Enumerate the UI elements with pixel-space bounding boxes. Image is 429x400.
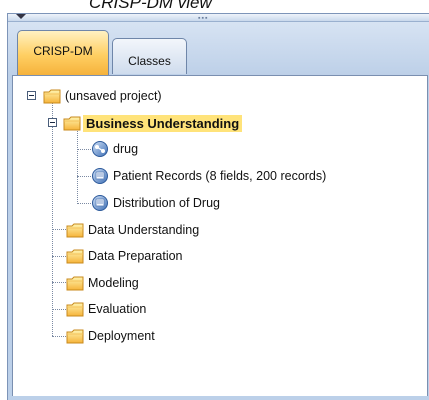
tab-classes[interactable]: Classes	[112, 38, 187, 74]
pane-bottom-border	[8, 396, 429, 400]
collapse-root-toggle[interactable]	[27, 91, 36, 100]
tree-node-label: Distribution of Drug	[113, 196, 220, 210]
folder-icon	[66, 302, 84, 317]
tree-connector	[77, 129, 78, 204]
tree-node-label: Evaluation	[88, 302, 147, 316]
collapse-business-understanding-toggle[interactable]	[48, 118, 57, 127]
collapse-arrow-icon[interactable]	[16, 14, 26, 19]
tree-phase-data-preparation[interactable]: Data Preparation	[66, 246, 183, 266]
tree-node-label: Modeling	[88, 276, 139, 290]
tree-connector	[52, 102, 53, 336]
output-icon	[91, 194, 109, 212]
tree-item-distribution-of-drug[interactable]: Distribution of Drug	[91, 193, 220, 213]
tree-node-label: Deployment	[88, 329, 155, 343]
tree-node-label: Business Understanding	[83, 114, 243, 132]
tree-connector	[52, 309, 66, 310]
tab-label: Classes	[128, 53, 171, 68]
tree-phase-deployment[interactable]: Deployment	[66, 326, 155, 346]
tree-phase-evaluation[interactable]: Evaluation	[66, 299, 146, 319]
folder-icon	[66, 223, 84, 238]
tab-crisp-dm[interactable]: CRISP-DM	[17, 30, 109, 75]
tree-connector	[77, 149, 91, 150]
tree-node-label: Data Preparation	[88, 249, 183, 263]
folder-icon	[43, 89, 61, 104]
tree-connector	[77, 176, 91, 177]
output-icon	[91, 167, 109, 185]
tree-phase-modeling[interactable]: Modeling	[66, 273, 139, 293]
tree-node-label: (unsaved project)	[65, 89, 162, 103]
tree-connector	[52, 229, 66, 230]
tree-connector	[52, 282, 66, 283]
tree-item-drug[interactable]: drug	[91, 139, 138, 159]
tree-connector	[52, 256, 66, 257]
tree-node-label: drug	[113, 142, 139, 156]
folder-icon	[66, 329, 84, 344]
folder-icon	[66, 249, 84, 264]
tab-label: CRISP-DM	[33, 44, 93, 58]
view-caption: CRISP-DM view	[0, 0, 429, 14]
stream-icon	[91, 140, 109, 158]
tree-connector	[52, 336, 66, 337]
tree-node-label: Data Understanding	[88, 223, 200, 237]
tree-node-label: Patient Records (8 fields, 200 records)	[113, 169, 327, 183]
tree-connector	[77, 203, 91, 204]
tree-root-project[interactable]: (unsaved project)	[43, 86, 162, 106]
folder-icon	[63, 116, 81, 131]
pane-title-strip: ▪▪▪	[8, 14, 429, 22]
tab-bar: CRISP-DM Classes	[8, 22, 429, 75]
grip-handle-icon[interactable]: ▪▪▪	[198, 15, 208, 22]
tree-phase-business-understanding[interactable]: Business Understanding	[63, 113, 243, 133]
manager-pane: ▪▪▪ CRISP-DM Classes (unsaved project) B…	[7, 13, 429, 400]
tree-phase-data-understanding[interactable]: Data Understanding	[66, 220, 199, 240]
tree-item-patient-records[interactable]: Patient Records (8 fields, 200 records)	[91, 166, 326, 186]
folder-icon	[66, 276, 84, 291]
project-tree-panel: (unsaved project) Business Understanding…	[12, 75, 428, 400]
caption-text: CRISP-DM view	[89, 0, 212, 12]
